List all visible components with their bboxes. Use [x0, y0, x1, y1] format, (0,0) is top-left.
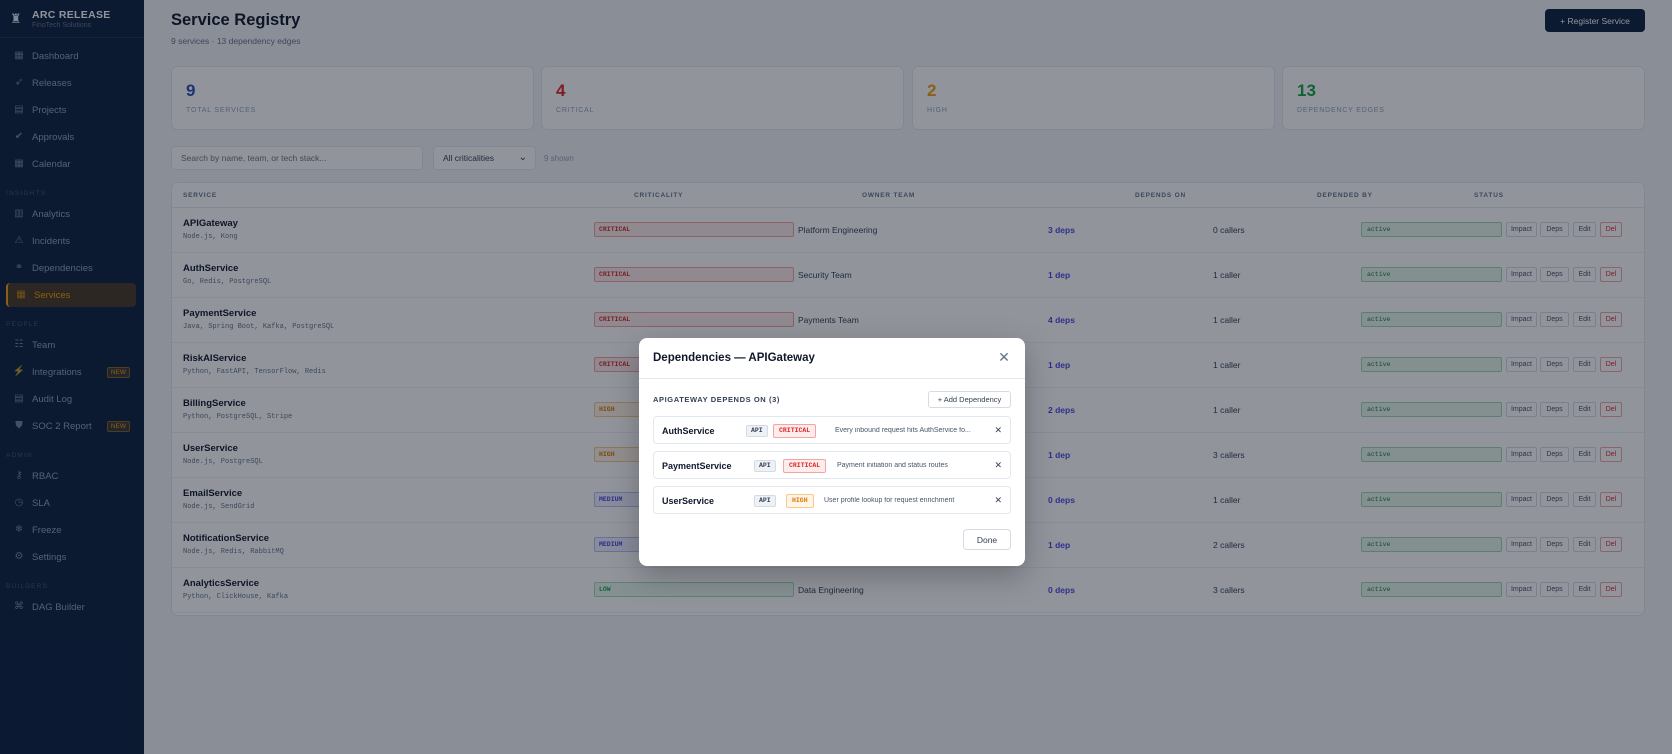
dependency-criticality-badge: CRITICAL: [773, 424, 817, 438]
dependency-criticality-badge: HIGH: [786, 494, 814, 508]
dependency-row: AuthService API CRITICAL Every inbound requ…: [653, 416, 1011, 444]
dependency-name: AuthService: [662, 426, 715, 436]
dependency-type-badge: API: [754, 460, 776, 472]
done-button[interactable]: Done: [963, 529, 1011, 550]
dependency-type-badge: API: [746, 425, 768, 437]
depends-on-heading: APIGATEWAY DEPENDS ON (3): [653, 395, 780, 404]
remove-dependency-icon[interactable]: ✕: [994, 460, 1002, 471]
remove-dependency-icon[interactable]: ✕: [994, 495, 1002, 506]
dependency-name: UserService: [662, 496, 715, 506]
dependency-criticality-badge: CRITICAL: [783, 459, 827, 473]
add-dependency-button[interactable]: + Add Dependency: [928, 391, 1011, 408]
dependency-description: Payment initiation and status routes: [837, 462, 948, 469]
dependency-row: UserService API HIGH User profile lookup fo…: [653, 486, 1011, 514]
dependency-type-badge: API: [754, 495, 776, 507]
remove-dependency-icon[interactable]: ✕: [994, 425, 1002, 436]
dependency-description: User profile lookup for request enrichme…: [824, 497, 955, 504]
close-icon[interactable]: ✕: [995, 348, 1013, 366]
dependency-description: Every inbound request hits AuthService f…: [835, 427, 971, 434]
dependency-row: PaymentService API CRITICAL Payment initiat…: [653, 451, 1011, 479]
dependency-name: PaymentService: [662, 461, 732, 471]
modal-header: Dependencies — APIGateway ✕: [639, 338, 1025, 379]
dependencies-modal: Dependencies — APIGateway ✕ APIGATEWAY D…: [639, 338, 1025, 566]
modal-title: Dependencies — APIGateway: [653, 352, 815, 364]
